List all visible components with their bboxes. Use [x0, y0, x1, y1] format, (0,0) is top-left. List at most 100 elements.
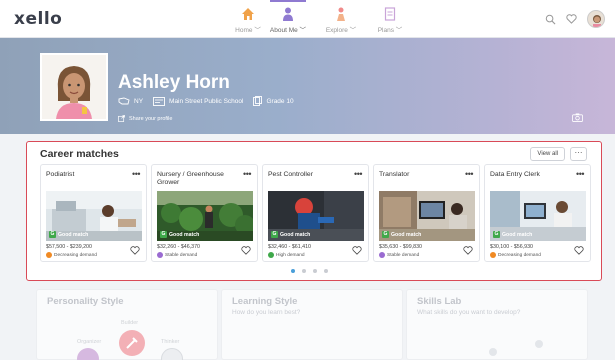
- learning-style-title: Learning Style: [232, 296, 298, 307]
- share-profile-label: Share your profile: [129, 115, 173, 122]
- favorite-heart-icon[interactable]: [574, 246, 584, 255]
- profile-avatar[interactable]: [40, 53, 108, 121]
- career-card-image: G Good match: [157, 191, 253, 241]
- camera-icon[interactable]: [572, 113, 583, 122]
- card-more-icon[interactable]: •••: [465, 169, 473, 179]
- favorite-heart-icon[interactable]: [241, 246, 251, 255]
- profile-location: NY: [134, 97, 144, 105]
- nav-home-label: Home: [235, 27, 253, 34]
- career-card-pest-controller[interactable]: Pest Controller ••• G Good match $32,460 …: [262, 164, 369, 262]
- demand-label: High demand: [276, 252, 305, 258]
- career-demand: Stable demand: [157, 252, 197, 258]
- user-avatar-small[interactable]: [587, 10, 605, 28]
- career-demand: Decreasing demand: [46, 252, 97, 258]
- pager-dot-4[interactable]: [324, 269, 328, 273]
- career-card-title: Podiatrist: [46, 171, 75, 178]
- xello-logo[interactable]: xello: [14, 9, 62, 29]
- pager-dot-3[interactable]: [313, 269, 317, 273]
- career-demand: Stable demand: [379, 252, 419, 258]
- personality-style-title: Personality Style: [47, 296, 124, 307]
- high-demand-icon: [268, 252, 274, 258]
- skills-lab-panel[interactable]: Skills Lab What skills do you want to de…: [406, 289, 588, 360]
- favorite-heart-icon[interactable]: [352, 246, 362, 255]
- profile-meta: NY Main Street Public School Grade 10: [118, 96, 294, 106]
- good-match-badge: G Good match: [160, 231, 199, 238]
- organizer-icon: [77, 348, 99, 360]
- decreasing-demand-icon: [490, 252, 496, 258]
- match-label: Good match: [58, 231, 89, 238]
- career-card-data-entry-clerk[interactable]: Data Entry Clerk ••• G Good match $30,100…: [484, 164, 591, 262]
- match-label: Good match: [169, 231, 200, 238]
- career-demand: High demand: [268, 252, 305, 258]
- card-more-icon[interactable]: •••: [243, 169, 251, 179]
- career-card-translator[interactable]: Translator ••• G Good match $35,630 - $99…: [373, 164, 480, 262]
- learning-style-panel[interactable]: Learning Style How do you learn best?: [221, 289, 403, 360]
- profile-grade: Grade 10: [266, 97, 294, 105]
- carousel-pager: [291, 269, 328, 273]
- skills-dot-icon: [535, 340, 543, 348]
- grade-icon: [253, 96, 263, 106]
- profile-school: Main Street Public School: [169, 97, 244, 105]
- career-salary: $35,630 - $99,830: [379, 244, 423, 250]
- share-profile-link[interactable]: Share your profile: [118, 115, 172, 122]
- career-card-title: Nursery / Greenhouse Grower: [157, 171, 224, 186]
- nav-plans[interactable]: Plans ﹀: [360, 6, 420, 36]
- demand-label: Decreasing demand: [498, 252, 541, 258]
- career-card-image: G Good match: [490, 191, 586, 241]
- search-icon[interactable]: [545, 14, 556, 25]
- heart-icon[interactable]: [566, 14, 577, 24]
- person-icon: [283, 7, 293, 21]
- career-salary: $57,500 - $239,200: [46, 244, 92, 250]
- card-more-icon[interactable]: •••: [576, 169, 584, 179]
- top-nav-bar: xello Home ﹀ About Me ﹀ Explore ﹀ Plans …: [0, 0, 615, 38]
- card-more-icon[interactable]: •••: [354, 169, 362, 179]
- explore-person-icon: [337, 7, 345, 21]
- nav-about-me-label: About Me: [269, 27, 298, 34]
- section-more-button[interactable]: ···: [570, 147, 587, 161]
- thinker-icon: [161, 348, 183, 360]
- demand-label: Decreasing demand: [54, 252, 97, 258]
- career-demand: Decreasing demand: [490, 252, 541, 258]
- career-salary: $30,100 - $56,930: [490, 244, 534, 250]
- match-label: Good match: [502, 231, 533, 238]
- view-all-button[interactable]: View all: [530, 147, 565, 161]
- pager-dot-1[interactable]: [291, 269, 295, 273]
- good-match-badge: G Good match: [493, 231, 532, 238]
- nav-about-me[interactable]: About Me ﹀: [258, 0, 318, 36]
- skills-lab-subtitle: What skills do you want to develop?: [417, 309, 521, 316]
- stable-demand-icon: [157, 252, 163, 258]
- builder-icon: [119, 330, 145, 356]
- good-match-icon: G: [160, 231, 167, 238]
- demand-label: Stable demand: [387, 252, 420, 258]
- good-match-icon: G: [382, 231, 389, 238]
- state-map-icon: [118, 97, 130, 105]
- career-card-title: Pest Controller: [268, 171, 313, 178]
- favorite-heart-icon[interactable]: [463, 246, 473, 255]
- career-card-podiatrist[interactable]: Podiatrist ••• G Good match $57,500 - $23…: [40, 164, 147, 262]
- thinker-label: Thinker: [161, 339, 180, 345]
- top-right-icons: [545, 10, 605, 28]
- profile-banner: Ashley Horn NY Main Street Public School…: [0, 38, 615, 134]
- profile-name: Ashley Horn: [118, 72, 230, 93]
- good-match-icon: G: [493, 231, 500, 238]
- good-match-badge: G Good match: [49, 231, 88, 238]
- good-match-icon: G: [271, 231, 278, 238]
- builder-label: Builder: [121, 320, 139, 326]
- stable-demand-icon: [379, 252, 385, 258]
- career-salary: $32,460 - $61,410: [268, 244, 312, 250]
- favorite-heart-icon[interactable]: [130, 246, 140, 255]
- bottom-panels: Personality Style Builder Organizer Thin…: [0, 285, 615, 360]
- career-card-nursery-greenhouse-grower[interactable]: Nursery / Greenhouse Grower ••• G Good ma…: [151, 164, 258, 262]
- nav-plans-label: Plans: [377, 27, 394, 34]
- career-matches-title: Career matches: [40, 148, 119, 160]
- decreasing-demand-icon: [46, 252, 52, 258]
- clipboard-icon: [384, 7, 396, 21]
- pager-dot-2[interactable]: [302, 269, 306, 273]
- learning-style-subtitle: How do you learn best?: [232, 309, 301, 316]
- demand-label: Stable demand: [165, 252, 198, 258]
- career-card-image: G Good match: [268, 191, 364, 241]
- career-salary: $32,260 - $46,370: [157, 244, 201, 250]
- card-more-icon[interactable]: •••: [132, 169, 140, 179]
- personality-style-panel[interactable]: Personality Style Builder Organizer Thin…: [36, 289, 218, 360]
- match-label: Good match: [280, 231, 311, 238]
